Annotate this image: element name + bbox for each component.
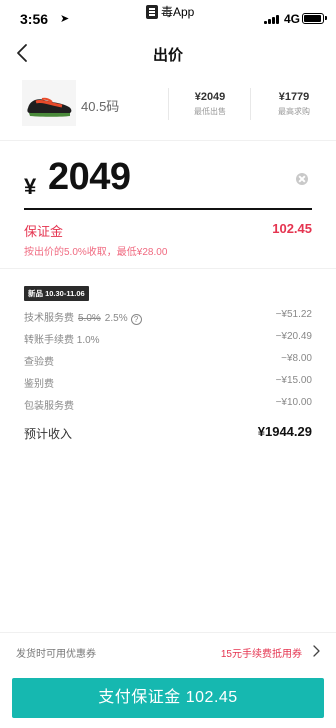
promo-badge: 新品 10.30-11.06 [24, 286, 89, 301]
highest-buy-value: ¥1779 [278, 91, 310, 103]
section-divider [0, 268, 336, 269]
fee-list: 新品 10.30-11.06 技术服务费 5.0% 2.5%? −¥51.22 转账… [24, 283, 312, 415]
section-divider [0, 140, 336, 141]
location-arrow-icon: ➤ [60, 13, 70, 25]
highest-buy-stat: ¥1779 最高求购 [264, 91, 324, 117]
page-title: 出价 [152, 47, 183, 64]
status-time: 3:56 [20, 11, 49, 27]
fee-name: 技术服务费 [24, 313, 74, 324]
deposit-section: 保证金 102.45 按出价的5.0%收取，最低¥28.00 [24, 221, 312, 258]
fee-name: 查验费 [24, 357, 54, 368]
fee-amount: −¥8.00 [281, 353, 312, 364]
deposit-value: 102.45 [272, 221, 312, 236]
fee-amount: −¥15.00 [275, 375, 312, 386]
highest-buy-label: 最高求购 [278, 107, 310, 116]
help-icon[interactable]: ? [130, 314, 142, 325]
fee-old-rate: 5.0% [78, 313, 101, 324]
expected-income: 预计收入 ¥1944.29 [24, 424, 312, 445]
lowest-sell-label: 最低出售 [194, 107, 226, 116]
fee-name: 转账手续费 1.0% [24, 335, 100, 346]
lowest-sell-stat: ¥2049 最低出售 [180, 91, 240, 117]
coupon-row[interactable]: 发货时可用优惠券 15元手续费抵用券 [0, 632, 336, 668]
price-amount[interactable]: 2049 [48, 156, 131, 199]
clear-icon[interactable] [296, 173, 308, 185]
status-app-name: 毒App [161, 5, 195, 19]
fee-row-tech-service: 技术服务费 5.0% 2.5%? −¥51.22 [24, 305, 312, 327]
currency-symbol: ¥ [24, 174, 37, 199]
status-bar: 3:56 ➤ 毒App 4G [0, 0, 336, 38]
signal-icon [264, 14, 279, 24]
divider [168, 88, 169, 120]
fee-name: 鉴别费 [24, 379, 54, 390]
fee-amount: −¥51.22 [275, 309, 312, 320]
coupon-label: 发货时可用优惠券 [16, 649, 96, 660]
coupon-value: 15元手续费抵用券 [220, 649, 302, 660]
price-underline [24, 208, 312, 210]
fee-row-inspection: 查验费 −¥8.00 [24, 349, 312, 371]
fee-rate: 2.5% [104, 313, 128, 324]
fee-row-transfer: 转账手续费 1.0% −¥20.49 [24, 327, 312, 349]
fee-name: 包装服务费 [24, 401, 74, 412]
deposit-note: 按出价的5.0%收取，最低¥28.00 [24, 247, 168, 258]
app-icon [146, 4, 158, 19]
income-label: 预计收入 [24, 427, 73, 441]
sneaker-image [22, 80, 76, 126]
deposit-label: 保证金 [24, 224, 64, 239]
divider [250, 88, 251, 120]
price-input[interactable]: ¥ 2049 [22, 152, 318, 204]
network-type: 4G [284, 12, 301, 26]
status-app: 毒App [146, 3, 194, 20]
pay-deposit-button[interactable]: 支付保证金 102.45 [12, 678, 324, 718]
fee-amount: −¥20.49 [275, 331, 312, 342]
fee-row-packaging: 包装服务费 −¥10.00 [24, 393, 312, 415]
chevron-right-icon [313, 645, 320, 657]
product-summary: 40.5码 ¥2049 最低出售 ¥1779 最高求购 [0, 80, 336, 130]
income-value: ¥1944.29 [257, 424, 312, 439]
battery-icon [302, 13, 327, 24]
lowest-sell-value: ¥2049 [194, 91, 226, 103]
nav-bar: 出价 [0, 38, 336, 70]
size-label: 40.5码 [81, 99, 120, 114]
fee-row-authentication: 鉴别费 −¥15.00 [24, 371, 312, 393]
fee-amount: −¥10.00 [275, 397, 312, 408]
